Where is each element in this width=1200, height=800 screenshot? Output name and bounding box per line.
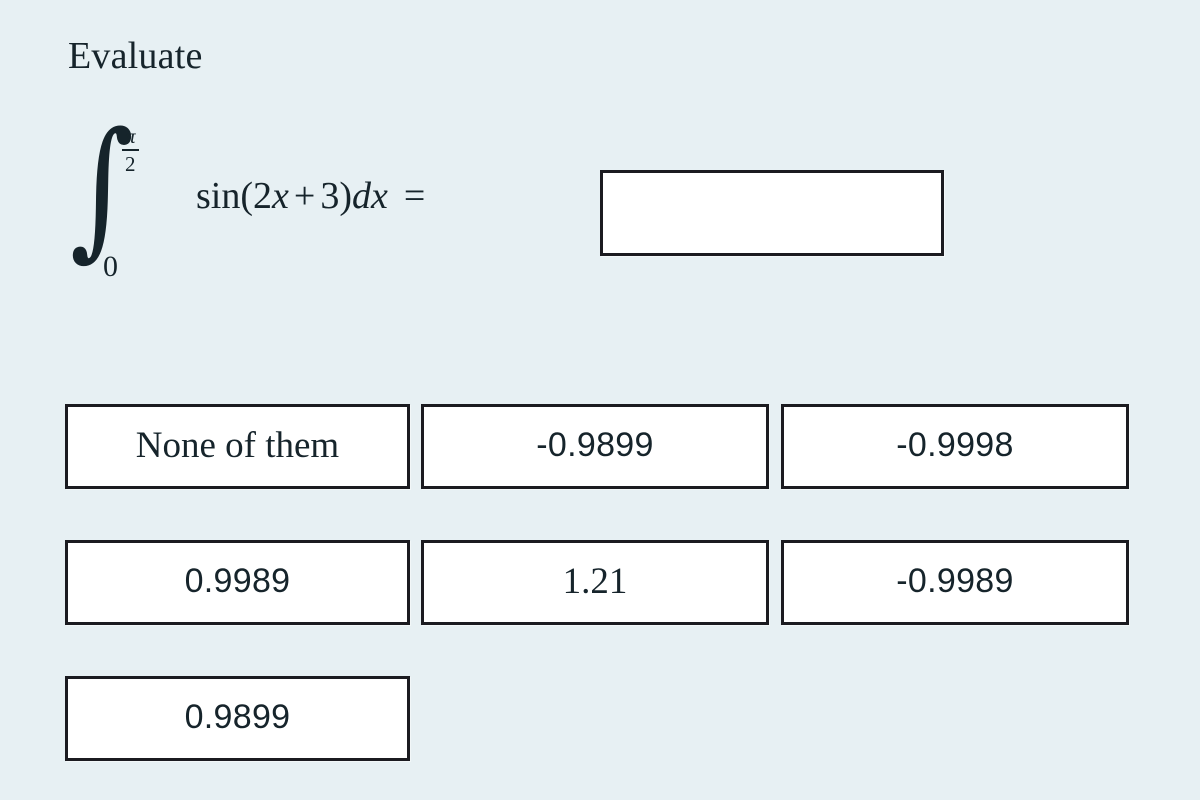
answer-input[interactable] — [600, 170, 944, 256]
option-row: 0.9989 1.21 -0.9989 — [65, 540, 1129, 625]
option-label: None of them — [135, 424, 340, 466]
fraction-numerator: π — [125, 123, 136, 148]
option-label: 0.9989 — [184, 562, 291, 600]
option-row: 0.9899 — [65, 676, 1129, 761]
option-button[interactable]: 1.21 — [421, 540, 769, 625]
integral-with-limits: ∫ π 2 0 — [70, 113, 180, 283]
close-paren: ) — [339, 175, 352, 217]
option-label: -0.9989 — [896, 562, 1014, 600]
fraction-denominator: 2 — [125, 151, 136, 176]
function-name: sin — [196, 175, 241, 217]
answer-options: None of them -0.9899 -0.9998 0.9989 1.21… — [65, 404, 1129, 761]
variable-x: x — [272, 175, 289, 217]
differential-d: d — [351, 175, 371, 217]
option-button[interactable]: 0.9899 — [65, 676, 410, 761]
option-button[interactable]: -0.9899 — [421, 404, 769, 489]
equals-sign: = — [403, 175, 426, 217]
option-button[interactable]: -0.9989 — [781, 540, 1129, 625]
constant-term: 3 — [320, 175, 340, 217]
option-label: 0.9899 — [184, 698, 291, 736]
open-paren: ( — [240, 175, 254, 217]
page-title: Evaluate — [68, 35, 203, 77]
option-button[interactable]: None of them — [65, 404, 410, 489]
fraction-bar — [122, 148, 139, 151]
option-label: -0.9899 — [536, 426, 654, 464]
integral-upper-limit: π 2 — [122, 123, 139, 176]
integrand-expression: sin(2x +3)dx — [196, 174, 388, 222]
integral-expression: ∫ π 2 0 sin(2x +3)dx = — [70, 113, 426, 283]
option-row: None of them -0.9899 -0.9998 — [65, 404, 1129, 489]
differential-variable: x — [370, 175, 388, 217]
coefficient: 2 — [253, 175, 273, 217]
option-label: -0.9998 — [896, 426, 1014, 464]
option-label: 1.21 — [562, 560, 628, 602]
integral-lower-limit: 0 — [103, 249, 118, 283]
option-button[interactable]: -0.9998 — [781, 404, 1129, 489]
option-button[interactable]: 0.9989 — [65, 540, 410, 625]
fraction-pi-over-2: π 2 — [122, 123, 139, 176]
plus-operator: + — [293, 175, 316, 217]
